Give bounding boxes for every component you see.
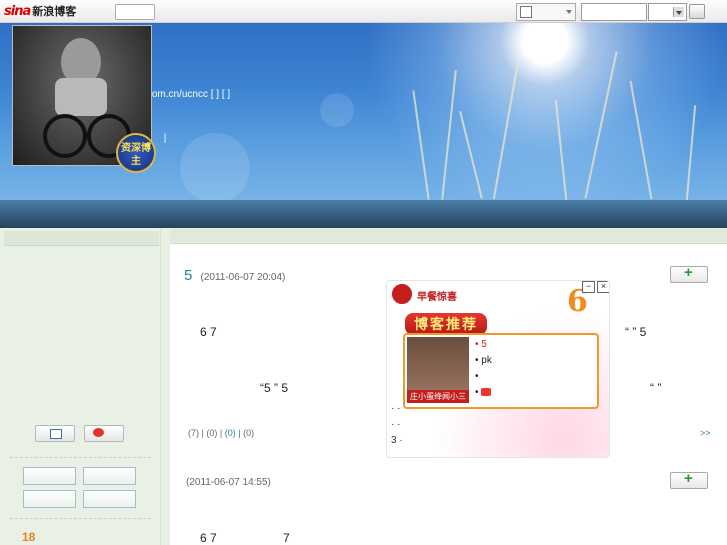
post-list-header (170, 229, 727, 244)
minimize-ad-button[interactable]: − (582, 281, 595, 293)
ad-photo-caption: 庄小蛋绛闻小三 (407, 390, 469, 403)
grass-stem (492, 60, 520, 200)
meta-separator: | (238, 428, 241, 438)
sidebar-header (4, 231, 159, 246)
weibo-button[interactable] (84, 425, 124, 442)
grass-stem (441, 70, 457, 200)
post-title-number: 5 (184, 267, 194, 284)
sidebar-divider (10, 518, 151, 519)
read-count[interactable]: (7) (188, 428, 199, 438)
post-title-link[interactable]: (2011-06-07 14:55) (184, 472, 271, 489)
grass-stem (459, 111, 483, 199)
ad-item-link[interactable]: • pk (475, 355, 492, 366)
ad-banner-title: 博客推荐 (405, 313, 487, 335)
grass-stem (554, 100, 568, 200)
top-nav-button[interactable] (115, 4, 155, 20)
search-type-select[interactable] (648, 3, 687, 21)
ad-header-text: 早餐惊喜 (417, 292, 457, 303)
add-friend-button[interactable] (35, 425, 75, 442)
lens-flare (180, 133, 250, 203)
close-ad-button[interactable]: × (597, 281, 609, 293)
meta-separator: | (219, 428, 223, 438)
ad-content-box: 庄小蛋绛闻小三 • 5 • pk • • (403, 333, 599, 409)
post-excerpt-text: 6 7 (200, 325, 217, 339)
chevron-down-icon (566, 10, 572, 14)
ad-text-link[interactable]: · · (391, 403, 400, 414)
pen-icon (520, 6, 532, 18)
ad-photo[interactable]: 庄小蛋绛闻小三 (407, 337, 469, 403)
weibo-icon (93, 428, 104, 437)
search-button[interactable] (689, 4, 705, 19)
sina-blog-logo[interactable]: sina 新浪博客 (4, 3, 76, 19)
chevron-down-icon (673, 7, 684, 17)
ad-text-link[interactable]: · · (391, 419, 400, 430)
post-date: (2011-06-07 20:04) (200, 272, 286, 283)
blog-url-suffix[interactable]: [ ] [ ] (211, 89, 230, 100)
grass-stem (685, 105, 697, 200)
banner-ground (0, 200, 727, 228)
grass-stem (584, 51, 618, 199)
ad-popup[interactable]: 早餐惊喜 6 − × 博客推荐 庄小蛋绛闻小三 • 5 • pk • • · ·… (386, 280, 610, 458)
ad-item-text: pk (481, 355, 492, 366)
avatar-wheel (43, 114, 87, 158)
post-meta: (7) | (0) | (0) | (0) (188, 428, 254, 438)
search-input[interactable] (581, 3, 647, 21)
post-excerpt-text: 6 7 (200, 531, 217, 545)
sidebar-link-button[interactable] (23, 490, 76, 508)
post-excerpt-text: “ ” 5 (625, 325, 647, 339)
blog-rank-number: 18 (22, 530, 36, 544)
ad-item-link[interactable]: • 5 (475, 339, 487, 350)
post-date: (2011-06-07 14:55) (186, 477, 271, 488)
write-post-dropdown[interactable] (516, 3, 576, 21)
meta-separator: | (201, 428, 204, 438)
post-excerpt-text: 7 (283, 531, 290, 545)
post-excerpt-text: “5 ” 5 (260, 381, 289, 395)
ad-text-link[interactable]: 3 · (391, 435, 403, 446)
read-more-link[interactable]: >> (700, 428, 711, 438)
grass-stem (412, 90, 430, 200)
favorite-count[interactable]: (0) (243, 428, 254, 438)
repost-count[interactable]: (0) (225, 428, 236, 438)
sina-blog-logo-text: 新浪博客 (32, 6, 77, 18)
grass-stem (629, 80, 653, 200)
sidebar-link-button[interactable] (23, 467, 76, 485)
sidebar-link-button[interactable] (83, 467, 136, 485)
sidebar-link-button[interactable] (83, 490, 136, 508)
senior-blogger-badge: 资深博主 (116, 133, 156, 173)
top-toolbar: sina 新浪博客 (0, 0, 727, 23)
mail-icon (50, 429, 62, 439)
sidebar-divider (10, 457, 151, 458)
comment-count[interactable]: (0) (206, 428, 217, 438)
ad-item-link[interactable]: • (475, 371, 479, 382)
ad-item-link[interactable]: • (475, 387, 492, 398)
sina-logo-mark: sina (4, 3, 31, 19)
lens-flare (320, 93, 354, 127)
post-title-link[interactable]: 5 (2011-06-07 20:04) (184, 267, 285, 284)
ad-item-text: 5 (481, 339, 487, 350)
add-to-favorites-button[interactable] (670, 470, 708, 489)
new-tag-icon (481, 388, 492, 397)
post-excerpt-text: “ ” (650, 381, 662, 395)
add-to-favorites-button[interactable] (670, 264, 708, 283)
avatar-body (55, 78, 107, 116)
kfc-logo-icon (391, 283, 413, 305)
